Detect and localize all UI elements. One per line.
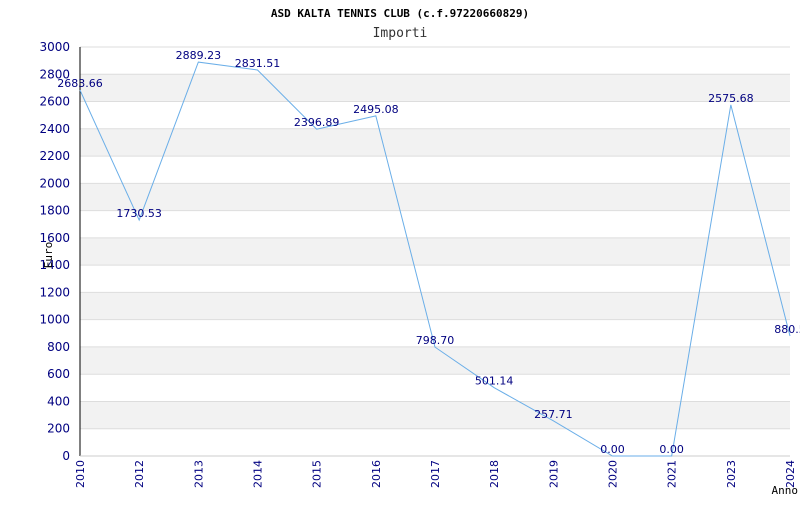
x-tick-label: 2021: [666, 460, 679, 488]
y-tick-label: 2000: [39, 176, 70, 190]
x-tick-label: 2023: [725, 460, 738, 488]
x-tick-label: 2015: [311, 460, 324, 488]
y-tick-label: 1200: [39, 285, 70, 299]
x-tick-label: 2016: [370, 460, 383, 488]
x-tick-label: 2013: [192, 460, 205, 488]
x-axis-label: Anno: [772, 484, 799, 497]
grid-band: [80, 401, 790, 429]
data-label: 501.14: [475, 375, 514, 388]
chart-container: ASD KALTA TENNIS CLUB (c.f.97220660829) …: [0, 0, 800, 500]
chart-subtitle: Importi: [373, 26, 428, 41]
y-tick-label: 0: [62, 449, 70, 463]
y-tick-label: 3000: [39, 40, 70, 54]
grid-band: [80, 346, 790, 375]
data-label: 2495.08: [353, 103, 399, 116]
y-tick-label: 600: [47, 367, 70, 381]
data-label: 2396.89: [294, 116, 340, 129]
x-tick-label: 2014: [252, 460, 265, 488]
y-tick-label: 1800: [39, 204, 70, 218]
y-tick-label: 800: [47, 340, 70, 354]
y-tick-label: 2400: [39, 122, 70, 136]
grid-band: [80, 101, 790, 129]
grid-band: [80, 74, 790, 102]
data-label: 880.5: [774, 323, 800, 336]
grid-band: [80, 237, 790, 266]
data-label: 2831.51: [235, 57, 281, 70]
grid-band: [80, 210, 790, 238]
grid-band: [80, 292, 790, 320]
grid-band: [80, 265, 790, 293]
chart-title: ASD KALTA TENNIS CLUB (c.f.97220660829): [271, 7, 529, 20]
data-label: 2575.68: [708, 92, 754, 105]
data-label: 2683.66: [57, 77, 103, 90]
x-tick-label: 2020: [607, 460, 620, 488]
x-tick-label: 2017: [429, 460, 442, 488]
x-tick-label: 2010: [74, 460, 87, 488]
y-tick-label: 200: [47, 422, 70, 436]
x-tick-label: 2019: [547, 460, 560, 488]
data-label: 798.70: [416, 334, 455, 347]
data-label: 1730.53: [116, 207, 162, 220]
data-label: 0.00: [659, 443, 684, 456]
data-label: 257.71: [534, 408, 573, 421]
y-tick-label: 1000: [39, 313, 70, 327]
grid-band: [80, 183, 790, 211]
y-tick-label: 400: [47, 394, 70, 408]
x-tick-label: 2012: [133, 460, 146, 488]
grid-bands: [80, 47, 790, 456]
y-tick-label: 2200: [39, 149, 70, 163]
y-tick-label: 2600: [39, 95, 70, 109]
data-label: 2889.23: [176, 49, 222, 62]
data-label: 0.00: [600, 443, 625, 456]
grid-band: [80, 156, 790, 184]
x-axis-ticks: 2010 2012 2013 2014 2015 2016 2017 2018 2019 2020…: [74, 460, 797, 488]
y-axis-label: Euro: [42, 242, 55, 269]
x-tick-label: 2018: [488, 460, 501, 488]
grid-band: [80, 128, 790, 157]
line-chart: ASD KALTA TENNIS CLUB (c.f.97220660829) …: [39, 7, 800, 497]
